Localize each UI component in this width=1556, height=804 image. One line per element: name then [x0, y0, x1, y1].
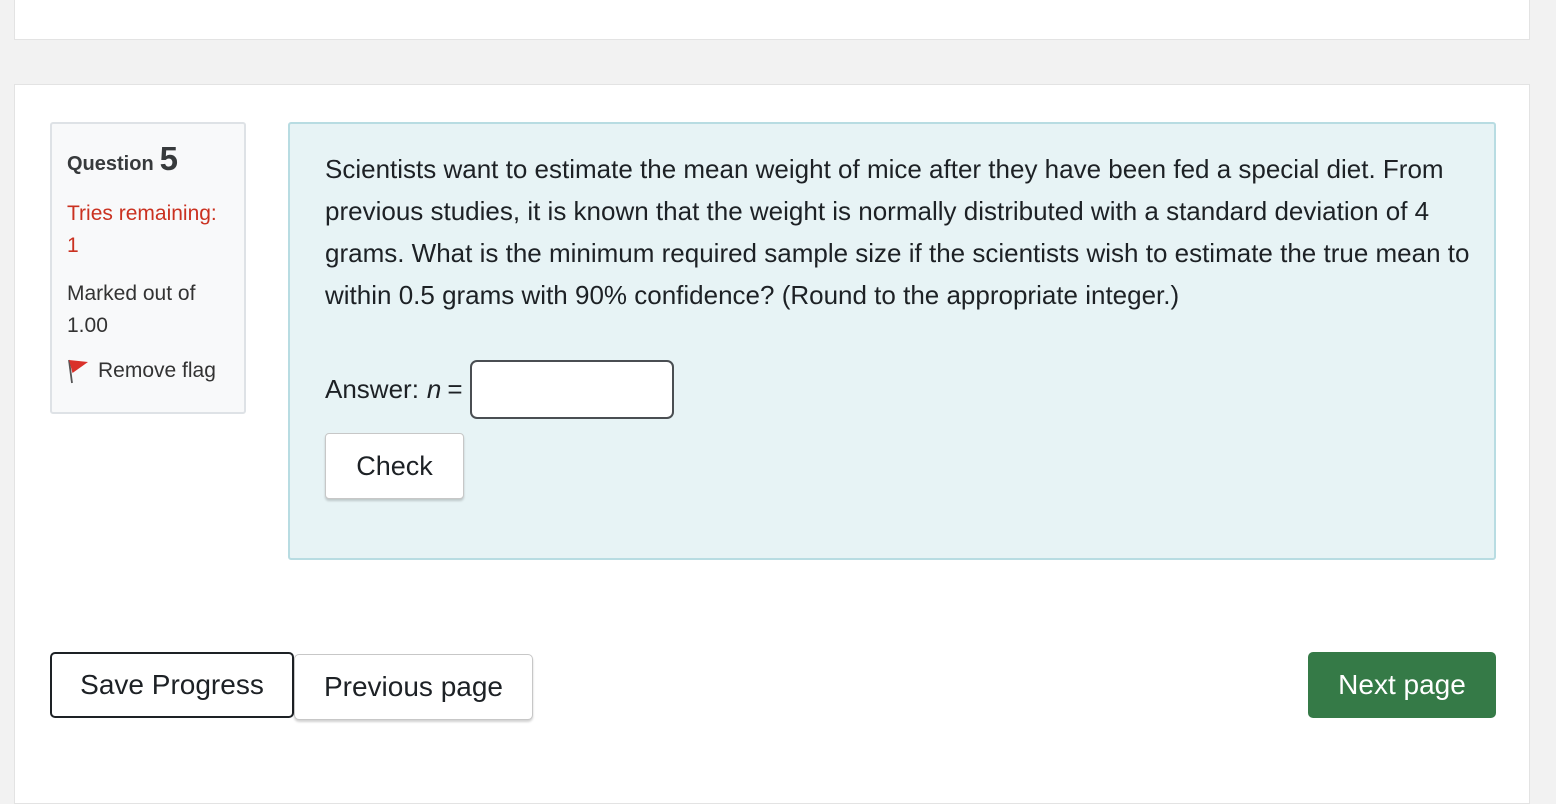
- question-info-panel: Question 5 Tries remaining: 1 Marked out…: [50, 122, 246, 414]
- question-number-heading: Question 5: [67, 140, 230, 178]
- question-number: 5: [159, 140, 179, 177]
- marked-out-of: Marked out of 1.00: [67, 278, 230, 342]
- answer-row: Answer: n =: [325, 360, 1474, 419]
- tries-label: Tries remaining:: [67, 202, 217, 225]
- flag-icon: [68, 359, 88, 384]
- marked-label: Marked out of: [67, 282, 196, 305]
- answer-equals: =: [447, 374, 463, 404]
- question-label: Question: [67, 153, 154, 175]
- tries-value: 1: [67, 234, 79, 257]
- answer-label: Answer:: [325, 374, 419, 404]
- remove-flag-label: Remove flag: [98, 359, 216, 382]
- previous-question-card: [14, 0, 1530, 40]
- answer-variable: n: [426, 374, 442, 404]
- question-text: Scientists want to estimate the mean wei…: [325, 154, 1470, 310]
- question-formulation: Scientists want to estimate the mean wei…: [288, 122, 1496, 560]
- save-progress-button[interactable]: Save Progress: [50, 652, 294, 718]
- remove-flag-link[interactable]: Remove flag: [66, 358, 230, 384]
- tries-remaining: Tries remaining: 1: [67, 198, 230, 262]
- answer-input[interactable]: [469, 360, 674, 419]
- marked-value: 1.00: [67, 314, 108, 337]
- previous-page-button[interactable]: Previous page: [294, 654, 533, 720]
- next-page-button[interactable]: Next page: [1308, 652, 1496, 718]
- check-button[interactable]: Check: [325, 433, 464, 499]
